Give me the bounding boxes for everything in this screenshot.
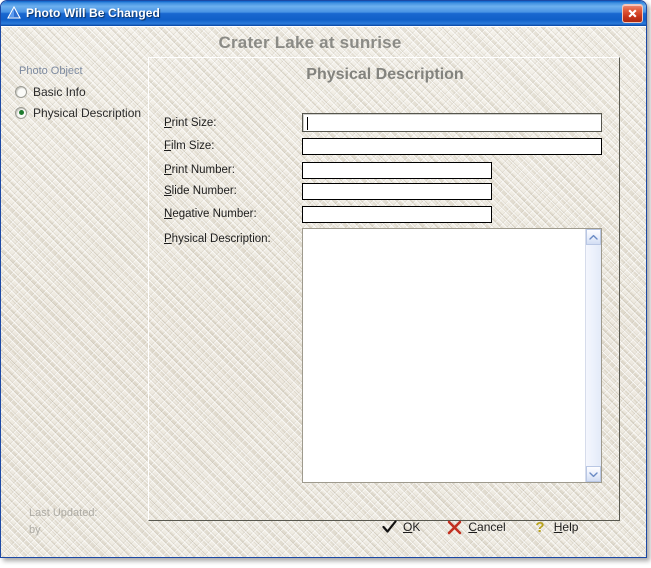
label-film-size: Film Size: [164,140,215,152]
field-row-physical-description: Physical Description: [164,233,271,245]
radio-basic-info[interactable] [15,85,27,98]
scrollbar-down-button[interactable] [586,466,601,482]
red-x-icon [446,519,462,535]
slide-number-input[interactable] [302,183,492,200]
close-icon [627,8,638,19]
close-button[interactable] [622,3,643,23]
scrollbar-track[interactable] [586,245,601,466]
question-mark-icon: ? [532,519,548,535]
physical-description-textarea-wrap [302,228,602,483]
record-heading: Crater Lake at sunrise [218,33,402,52]
sidebar-item-label: Basic Info [33,84,86,99]
chevron-down-icon [589,471,598,478]
cancel-button[interactable]: Cancel [446,519,506,535]
film-size-input[interactable] [302,138,602,155]
sidebar-item-physical-description[interactable]: Physical Description [15,104,143,121]
svg-text:?: ? [535,519,544,535]
negative-number-input[interactable] [302,206,492,223]
field-row-print-number: Print Number: [164,164,235,176]
radio-physical-description[interactable] [15,106,27,119]
ok-button-label: OK [403,520,421,534]
title-bar: Photo Will Be Changed [1,1,646,26]
field-row-film-size: Film Size: [164,140,214,152]
dialog-body: Crater Lake at sunrise Photo Object Basi… [1,26,646,557]
checkmark-icon [381,519,397,535]
sidebar-item-label: Physical Description [33,105,142,120]
label-slide-number: Slide Number: [164,185,237,197]
label-negative-number: Negative Number: [164,208,257,220]
photo-object-nav: Photo Object Basic Info Physical Descrip… [15,65,143,125]
cancel-button-label: Cancel [468,520,506,534]
updated-by-label: by [29,524,41,536]
ok-button[interactable]: OK [381,519,420,535]
nav-group-label: Photo Object [19,65,83,77]
blue-triangle-icon [6,5,22,21]
window-title: Photo Will Be Changed [26,6,160,20]
textarea-scrollbar[interactable] [585,229,601,482]
chevron-up-icon [589,234,598,241]
content-panel: Physical Description Print Size: Film Si… [148,57,620,521]
field-row-slide-number: Slide Number: [164,185,237,197]
field-row-negative-number: Negative Number: [164,208,257,220]
dialog-window: Photo Will Be Changed Crater Lake at sun… [0,0,647,558]
print-number-input[interactable] [302,162,492,179]
label-physical-description: Physical Description: [164,233,271,245]
dialog-action-bar: OK Cancel ? Help [381,519,578,535]
last-updated-label: Last Updated: [29,507,98,519]
sidebar-item-basic-info[interactable]: Basic Info [15,83,143,100]
physical-description-form: Print Size: Film Size: Print Number: Sli… [149,58,621,522]
field-row-print-size: Print Size: [164,117,216,129]
label-print-number: Print Number: [164,164,235,176]
print-size-input[interactable] [302,113,602,132]
help-button-label: Help [553,520,579,534]
screenshot-root: Photo Will Be Changed Crater Lake at sun… [0,0,651,568]
scrollbar-up-button[interactable] [586,229,601,245]
physical-description-textarea[interactable] [303,229,585,482]
text-caret [307,117,308,130]
label-print-size: Print Size: [164,117,217,129]
help-button[interactable]: ? Help [532,519,579,535]
last-updated-block: Last Updated: by [29,505,98,539]
